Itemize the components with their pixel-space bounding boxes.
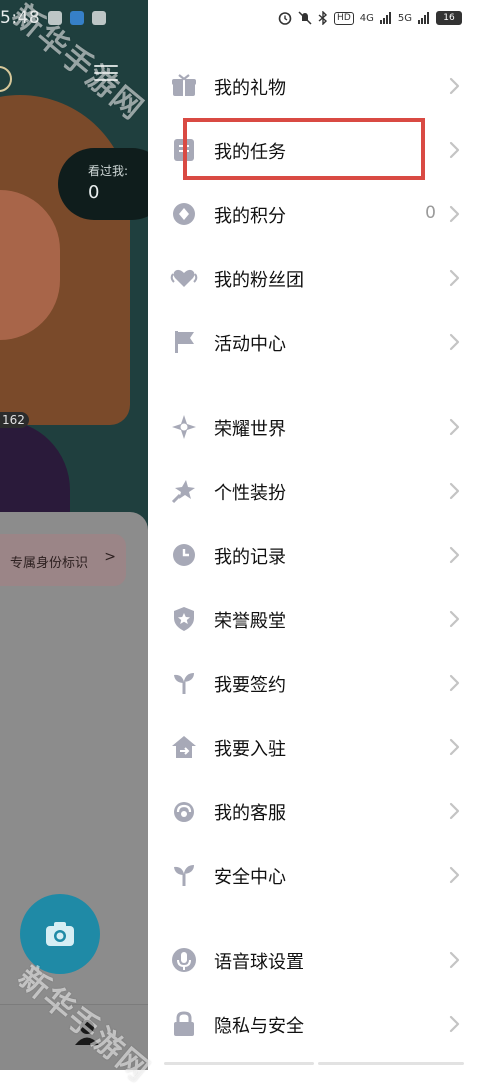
identity-chip-label: 专属身份标识 bbox=[10, 556, 89, 571]
glory-world-icon bbox=[172, 415, 196, 439]
avatar-ring bbox=[0, 66, 12, 92]
bottom-divider bbox=[318, 1062, 464, 1065]
camera-icon bbox=[46, 922, 74, 946]
alarm-icon bbox=[278, 12, 292, 25]
signal-4g-label: 4G bbox=[359, 12, 374, 24]
mail-icon bbox=[92, 11, 107, 25]
chevron-right-icon bbox=[449, 674, 460, 692]
chevron-right-icon bbox=[449, 546, 460, 564]
menu-item[interactable]: 荣誉殿堂 bbox=[148, 591, 480, 647]
points-icon bbox=[173, 203, 195, 225]
chevron-right-icon bbox=[449, 77, 460, 95]
chevron-right-icon bbox=[449, 610, 460, 628]
menu-item-label: 我要签约 bbox=[214, 675, 286, 696]
menu-item[interactable]: 我的记录 bbox=[148, 527, 480, 583]
bluetooth-icon bbox=[318, 11, 328, 25]
chevron-right-icon bbox=[449, 418, 460, 436]
chevron-right-icon bbox=[449, 269, 460, 287]
viewed-me-count: 0 bbox=[88, 182, 100, 203]
headset-icon bbox=[174, 802, 194, 822]
menu-item[interactable]: 安全中心 bbox=[148, 847, 480, 903]
gift-icon bbox=[172, 74, 196, 96]
menu-item-label: 个性装扮 bbox=[214, 483, 286, 504]
menu-item[interactable]: 我的粉丝团 bbox=[148, 250, 480, 306]
hd-badge: HD bbox=[334, 11, 354, 25]
sprout-icon bbox=[174, 865, 194, 886]
signal-5g-label: 5G bbox=[397, 12, 412, 24]
menu-item[interactable]: 我要签约 bbox=[148, 655, 480, 711]
signal-bars-icon bbox=[418, 12, 429, 24]
home-join-icon bbox=[172, 736, 196, 758]
menu-item-label: 我的客服 bbox=[214, 803, 286, 824]
menu-item[interactable]: 活动中心 bbox=[148, 314, 480, 370]
chevron-right-icon bbox=[449, 802, 460, 820]
menu-item[interactable]: 我的礼物 bbox=[148, 58, 480, 114]
flag-icon bbox=[175, 331, 194, 353]
lock-icon bbox=[174, 1011, 194, 1036]
chevron-right-icon: > bbox=[104, 549, 116, 565]
clock-icon bbox=[173, 544, 195, 566]
menu-item[interactable]: 隐私与安全 bbox=[148, 996, 480, 1052]
side-count-badge: 162 bbox=[0, 412, 29, 428]
bottom-divider bbox=[164, 1062, 314, 1065]
menu-item-label: 我的积分 bbox=[214, 206, 286, 227]
chevron-right-icon bbox=[449, 141, 460, 159]
menu-item-value: 0 bbox=[425, 203, 436, 223]
fan-club-icon bbox=[170, 269, 198, 287]
chevron-right-icon bbox=[449, 1015, 460, 1033]
menu-item-label: 活动中心 bbox=[214, 334, 286, 355]
shield-star-icon bbox=[174, 607, 194, 631]
menu-item-label: 我的记录 bbox=[214, 547, 286, 568]
microphone-icon bbox=[172, 948, 196, 972]
menu-item-label: 荣耀世界 bbox=[214, 419, 286, 440]
background-profile-page: 看过我: 0 162 专属身份标识 > bbox=[0, 0, 148, 1070]
chevron-right-icon bbox=[449, 866, 460, 884]
menu-item[interactable]: 我的积分 0 bbox=[148, 186, 480, 242]
viewed-me-card[interactable]: 看过我: 0 bbox=[58, 148, 148, 220]
menu-item-label: 我的粉丝团 bbox=[214, 270, 304, 291]
chevron-right-icon bbox=[449, 738, 460, 756]
star-wand-icon bbox=[171, 480, 195, 504]
sprout-icon bbox=[174, 673, 194, 694]
menu-item[interactable]: 我要入驻 bbox=[148, 719, 480, 775]
highlight-box bbox=[183, 118, 425, 180]
battery-icon: 16 bbox=[436, 11, 462, 25]
identity-chip[interactable]: 专属身份标识 > bbox=[0, 534, 126, 586]
signal-bars-icon bbox=[379, 12, 391, 24]
mute-icon bbox=[298, 11, 312, 25]
status-bar-right: HD 4G 5G 16 bbox=[278, 8, 462, 28]
chevron-right-icon bbox=[449, 482, 460, 500]
menu-item[interactable]: 个性装扮 bbox=[148, 463, 480, 519]
app-notification-icon bbox=[70, 11, 85, 25]
menu-item-label: 我的礼物 bbox=[214, 78, 286, 99]
menu-item[interactable]: 我的客服 bbox=[148, 783, 480, 839]
menu-item[interactable]: 语音球设置 bbox=[148, 932, 480, 988]
menu-item-label: 隐私与安全 bbox=[214, 1016, 304, 1037]
menu-item-label: 语音球设置 bbox=[214, 952, 304, 973]
viewed-me-label: 看过我: bbox=[88, 164, 129, 178]
chevron-right-icon bbox=[449, 333, 460, 351]
menu-item-label: 安全中心 bbox=[214, 867, 286, 888]
chevron-right-icon bbox=[449, 205, 460, 223]
menu-item[interactable]: 荣耀世界 bbox=[148, 399, 480, 455]
menu-item-label: 我要入驻 bbox=[214, 739, 286, 760]
chevron-right-icon bbox=[449, 951, 460, 969]
menu-item-label: 荣誉殿堂 bbox=[214, 611, 286, 632]
